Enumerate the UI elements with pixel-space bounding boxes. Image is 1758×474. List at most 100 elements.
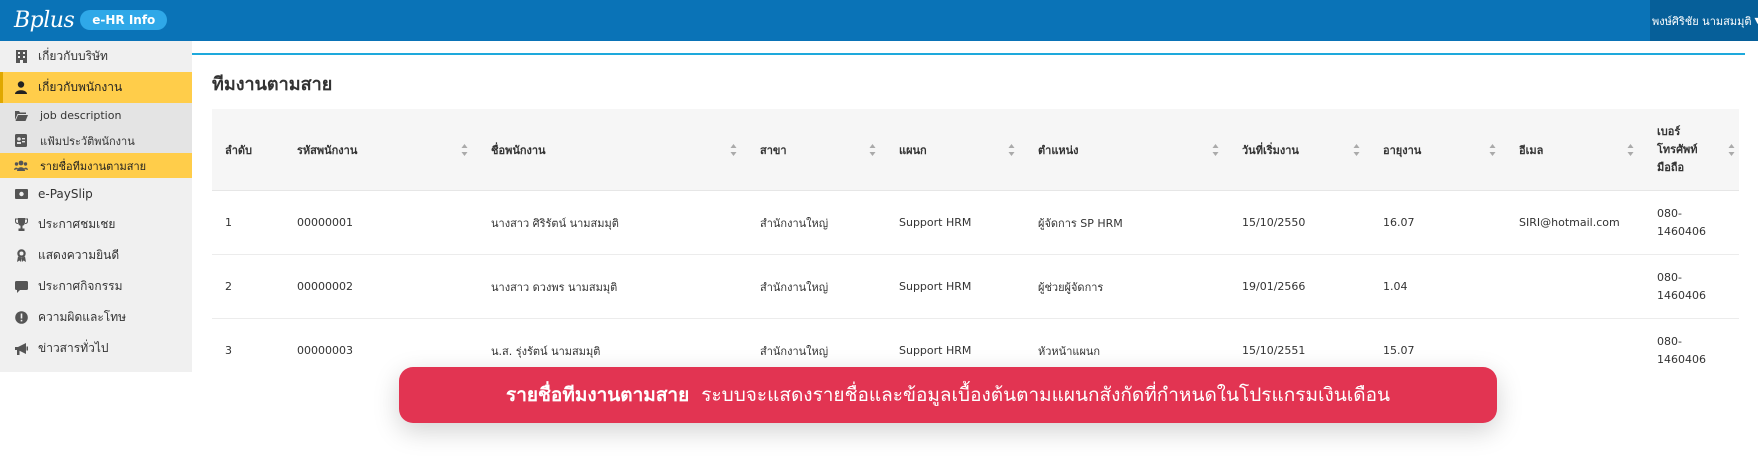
exclamation-circle-icon bbox=[14, 311, 28, 325]
cell-email: SIRI@hotmail.com bbox=[1519, 216, 1620, 229]
top-bar: Bplus e-HR Info พงษ์ศิริชัย นามสมมุติ ▼ bbox=[0, 0, 1758, 41]
building-icon bbox=[14, 50, 28, 64]
cell-service-years: 16.07 bbox=[1383, 216, 1415, 229]
table-header: ลำดับ รหัสพนักงาน ชื่อพนักงาน สาขา แผนก bbox=[212, 109, 1739, 191]
caption-text: ระบบจะแสดงรายชื่อและข้อมูลเบื้องต้นตามแผ… bbox=[701, 384, 1390, 406]
table-row[interactable]: 3 00000003 น.ส. รุ่งรัตน์ นามสมมุติ สำนั… bbox=[212, 319, 1739, 372]
cell-position: หัวหน้าแผนก bbox=[1038, 344, 1101, 358]
column-header-employee-id[interactable]: รหัสพนักงาน bbox=[284, 109, 478, 190]
sidebar-item-label: ข่าวสารทั่วไป bbox=[38, 341, 109, 355]
money-icon bbox=[14, 187, 28, 201]
sidebar-item-label: เกี่ยวกับบริษัท bbox=[38, 49, 108, 63]
users-icon bbox=[14, 159, 28, 173]
sidebar-item-company[interactable]: เกี่ยวกับบริษัท bbox=[0, 41, 192, 72]
cell-employee-id: 00000001 bbox=[297, 216, 353, 229]
cell-position: ผู้จัดการ SP HRM bbox=[1038, 216, 1123, 230]
table-row[interactable]: 1 00000001 นางสาว ศิริรัตน์ นามสมมุติ สำ… bbox=[212, 191, 1739, 255]
logo-text: Bplus bbox=[14, 7, 75, 33]
sort-icon bbox=[1008, 143, 1015, 156]
cell-employee-id: 00000003 bbox=[297, 344, 353, 357]
sidebar-item-offenses[interactable]: ความผิดและโทษ bbox=[0, 302, 192, 333]
user-name: พงษ์ศิริชัย นามสมมุติ bbox=[1652, 14, 1752, 28]
app-logo[interactable]: Bplus e-HR Info bbox=[14, 6, 168, 34]
cell-start-date: 15/10/2550 bbox=[1242, 216, 1306, 229]
sidebar-item-congratulations[interactable]: แสดงความยินดี bbox=[0, 240, 192, 271]
caption-title: รายชื่อทีมงานตามสาย bbox=[506, 384, 690, 406]
column-header-department[interactable]: แผนก bbox=[886, 109, 1025, 190]
cell-branch: สำนักงานใหญ่ bbox=[760, 216, 829, 230]
sidebar-item-news[interactable]: ข่าวสารทั่วไป bbox=[0, 333, 192, 364]
sort-icon bbox=[1728, 143, 1735, 156]
main-content: ทีมงานตามสาย ลำดับ รหัสพนักงาน ชื่อพนักง… bbox=[192, 41, 1758, 372]
caption-banner: รายชื่อทีมงานตามสาย ระบบจะแสดงรายชื่อและ… bbox=[399, 367, 1497, 423]
column-header-position[interactable]: ตำแหน่ง bbox=[1025, 109, 1229, 190]
comment-icon bbox=[14, 280, 28, 294]
folder-open-icon bbox=[14, 109, 28, 123]
column-header-employee-name[interactable]: ชื่อพนักงาน bbox=[478, 109, 747, 190]
cell-start-date: 15/10/2551 bbox=[1242, 344, 1306, 357]
cell-no: 1 bbox=[225, 216, 232, 229]
sort-icon bbox=[1353, 143, 1360, 156]
sidebar-item-label: รายชื่อทีมงานตามสาย bbox=[40, 159, 147, 173]
team-table: ลำดับ รหัสพนักงาน ชื่อพนักงาน สาขา แผนก bbox=[212, 109, 1739, 372]
column-header-start-date[interactable]: วันที่เริ่มงาน bbox=[1229, 109, 1370, 190]
sidebar: เกี่ยวกับบริษัท เกี่ยวกับพนักงาน job des… bbox=[0, 41, 192, 372]
column-header-mobile[interactable]: เบอร์ โทรศัพท์ มือถือ bbox=[1644, 109, 1739, 190]
sort-icon bbox=[1212, 143, 1219, 156]
cell-department: Support HRM bbox=[899, 216, 972, 229]
sidebar-item-label: ประกาศกิจกรรม bbox=[38, 279, 123, 293]
cell-mobile: 080- 1460406 bbox=[1657, 334, 1706, 366]
sort-icon bbox=[730, 143, 737, 156]
cell-no: 2 bbox=[225, 280, 232, 293]
award-icon bbox=[14, 249, 28, 263]
sidebar-item-label: ประกาศชมเชย bbox=[38, 217, 116, 231]
cell-no: 3 bbox=[225, 344, 232, 357]
sidebar-item-label: แสดงความยินดี bbox=[38, 248, 120, 262]
sidebar-subitem-employee-profile[interactable]: แฟ้มประวัติพนักงาน bbox=[0, 128, 192, 153]
table-row[interactable]: 2 00000002 นางสาว ดวงพร นามสมมุติ สำนักง… bbox=[212, 255, 1739, 319]
sort-icon bbox=[461, 143, 468, 156]
sort-icon bbox=[869, 143, 876, 156]
user-menu[interactable]: พงษ์ศิริชัย นามสมมุติ ▼ bbox=[1650, 0, 1758, 41]
sidebar-subitem-job-description[interactable]: job description bbox=[0, 103, 192, 128]
cell-employee-id: 00000002 bbox=[297, 280, 353, 293]
sort-icon bbox=[1627, 143, 1634, 156]
cell-email bbox=[1506, 319, 1644, 372]
user-icon bbox=[14, 81, 28, 95]
column-header-branch[interactable]: สาขา bbox=[747, 109, 886, 190]
column-header-email[interactable]: อีเมล bbox=[1506, 109, 1644, 190]
caret-down-icon: ▼ bbox=[1754, 16, 1758, 25]
sidebar-item-label: แฟ้มประวัติพนักงาน bbox=[40, 134, 135, 148]
column-header-service-years[interactable]: อายุงาน bbox=[1370, 109, 1506, 190]
column-header-no[interactable]: ลำดับ bbox=[212, 109, 284, 190]
cell-department: Support HRM bbox=[899, 280, 972, 293]
cell-employee-name: นางสาว ศิริรัตน์ นามสมมุติ bbox=[491, 216, 619, 230]
cell-mobile: 080- 1460406 bbox=[1657, 206, 1706, 238]
sidebar-item-label: e-PaySlip bbox=[38, 186, 93, 201]
sidebar-item-label: job description bbox=[40, 109, 122, 122]
cell-branch: สำนักงานใหญ่ bbox=[760, 344, 829, 358]
cell-mobile: 080- 1460406 bbox=[1657, 270, 1706, 302]
sidebar-item-epayslip[interactable]: e-PaySlip bbox=[0, 178, 192, 209]
cell-service-years: 15.07 bbox=[1383, 344, 1415, 357]
sort-icon bbox=[1489, 143, 1496, 156]
page-title: ทีมงานตามสาย bbox=[212, 74, 333, 95]
cell-start-date: 19/01/2566 bbox=[1242, 280, 1306, 293]
cell-service-years: 1.04 bbox=[1383, 280, 1408, 293]
sidebar-item-label: ความผิดและโทษ bbox=[38, 310, 127, 324]
team-card: ทีมงานตามสาย ลำดับ รหัสพนักงาน ชื่อพนักง… bbox=[192, 53, 1745, 372]
sidebar-subitem-team-list[interactable]: รายชื่อทีมงานตามสาย bbox=[0, 153, 192, 178]
cell-department: Support HRM bbox=[899, 344, 972, 357]
cell-email bbox=[1506, 255, 1644, 318]
id-card-icon bbox=[14, 134, 28, 148]
trophy-icon bbox=[14, 218, 28, 232]
app-badge: e-HR Info bbox=[80, 10, 168, 30]
cell-branch: สำนักงานใหญ่ bbox=[760, 280, 829, 294]
sidebar-item-employee[interactable]: เกี่ยวกับพนักงาน bbox=[0, 72, 192, 103]
sidebar-item-label: เกี่ยวกับพนักงาน bbox=[38, 80, 123, 94]
cell-employee-name: น.ส. รุ่งรัตน์ นามสมมุติ bbox=[491, 344, 601, 358]
megaphone-icon bbox=[14, 342, 28, 356]
sidebar-item-activities[interactable]: ประกาศกิจกรรม bbox=[0, 271, 192, 302]
sidebar-item-commendation[interactable]: ประกาศชมเชย bbox=[0, 209, 192, 240]
cell-position: ผู้ช่วยผู้จัดการ bbox=[1038, 280, 1104, 294]
